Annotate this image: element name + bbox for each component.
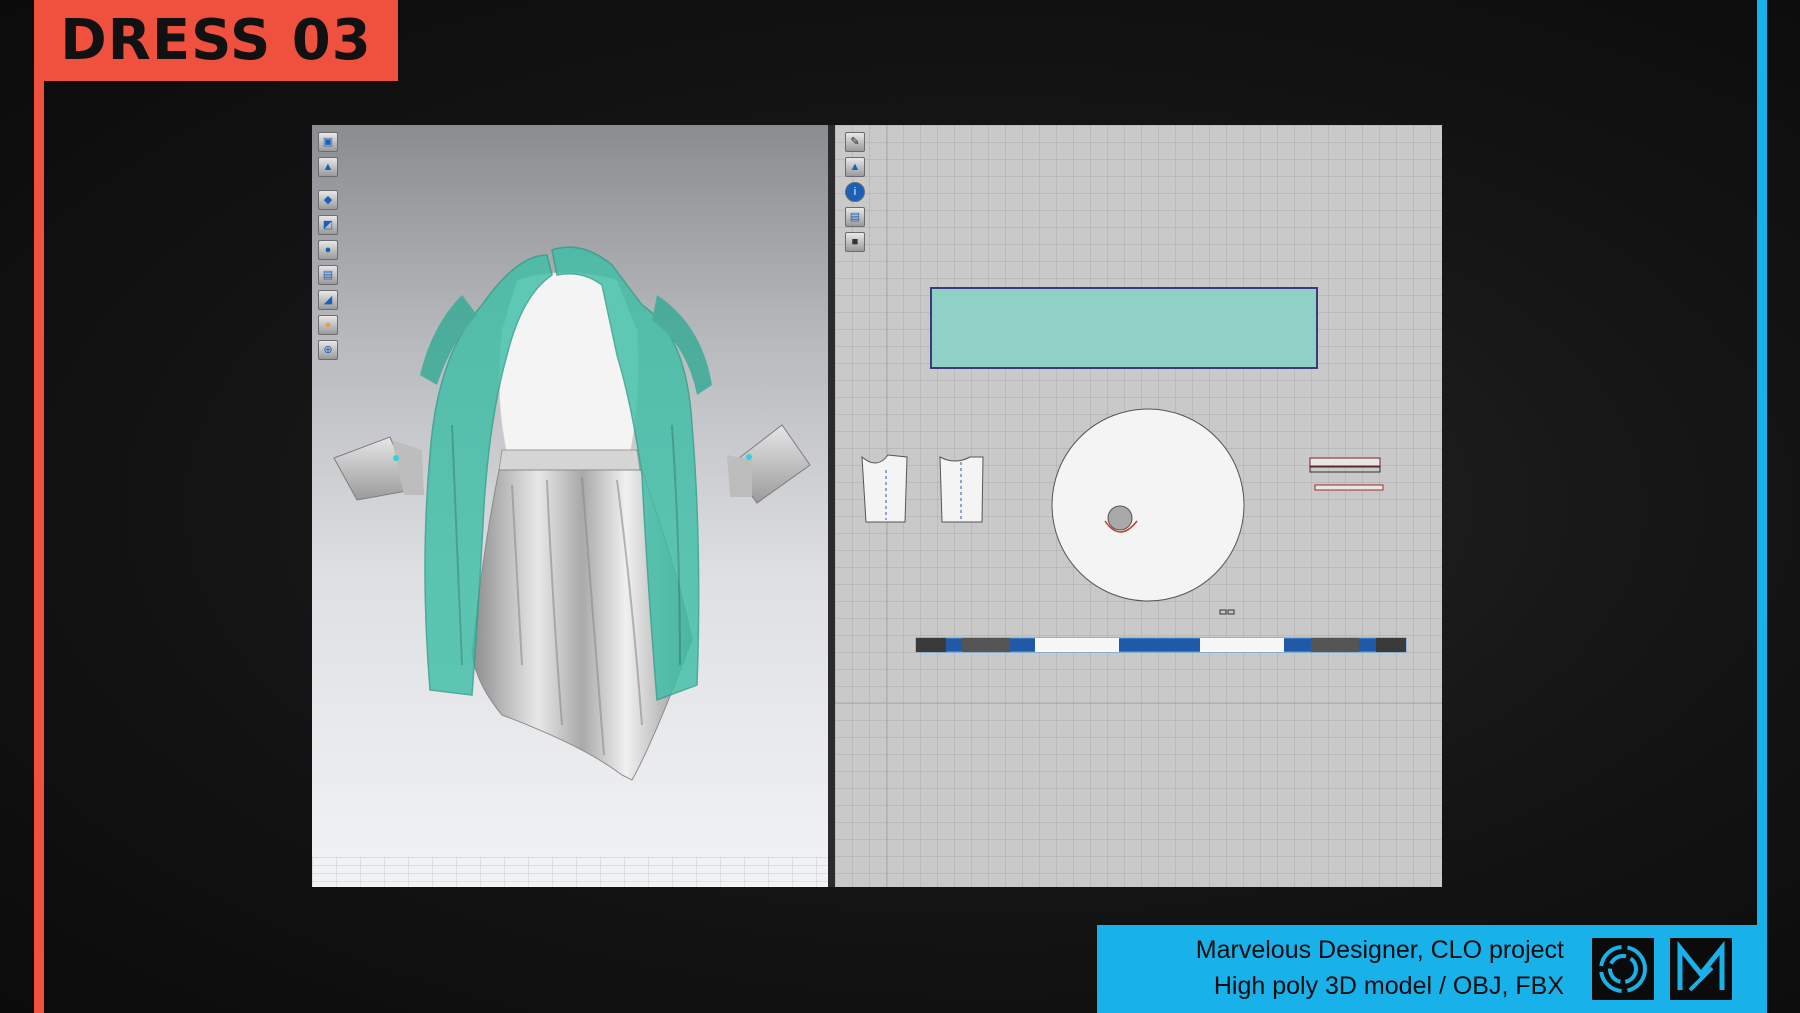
page-title: DRESS 03: [60, 8, 372, 73]
waistband: [498, 449, 641, 471]
tie-strip-piece[interactable]: [1314, 484, 1384, 491]
shawl-pattern-piece[interactable]: [930, 287, 1318, 369]
circle-skirt-piece[interactable]: [1051, 408, 1245, 602]
clo-logo-icon: [1592, 938, 1654, 1000]
right-cuff: [727, 424, 811, 504]
floor-grid: [312, 857, 828, 887]
pattern-pieces: [835, 125, 1442, 887]
bodice-front-piece[interactable]: [861, 454, 908, 523]
3d-garment-render: [333, 246, 811, 781]
2d-pattern-viewport[interactable]: ✎ ▲ i ▤ ■: [835, 125, 1442, 887]
info-box: Marvelous Designer, CLO project High pol…: [1097, 925, 1767, 1013]
left-accent-bar: [34, 0, 44, 1013]
format-info-text: High poly 3D model / OBJ, FBX: [1213, 972, 1564, 1000]
marvelous-designer-logo-icon: [1670, 938, 1732, 1000]
title-banner: DRESS 03: [34, 0, 398, 81]
waistband-strip-piece[interactable]: [915, 637, 1407, 653]
right-accent-bar: [1757, 0, 1767, 1013]
3d-viewport[interactable]: ▣ ▲ ◆ ◩ ● ▤ ◢ ● ⊕: [312, 125, 828, 887]
left-cuff: [333, 436, 424, 501]
software-info-text: Marvelous Designer, CLO project: [1195, 936, 1564, 964]
ruffle-strip-piece[interactable]: [1309, 457, 1381, 467]
viewport-divider[interactable]: [828, 125, 835, 887]
